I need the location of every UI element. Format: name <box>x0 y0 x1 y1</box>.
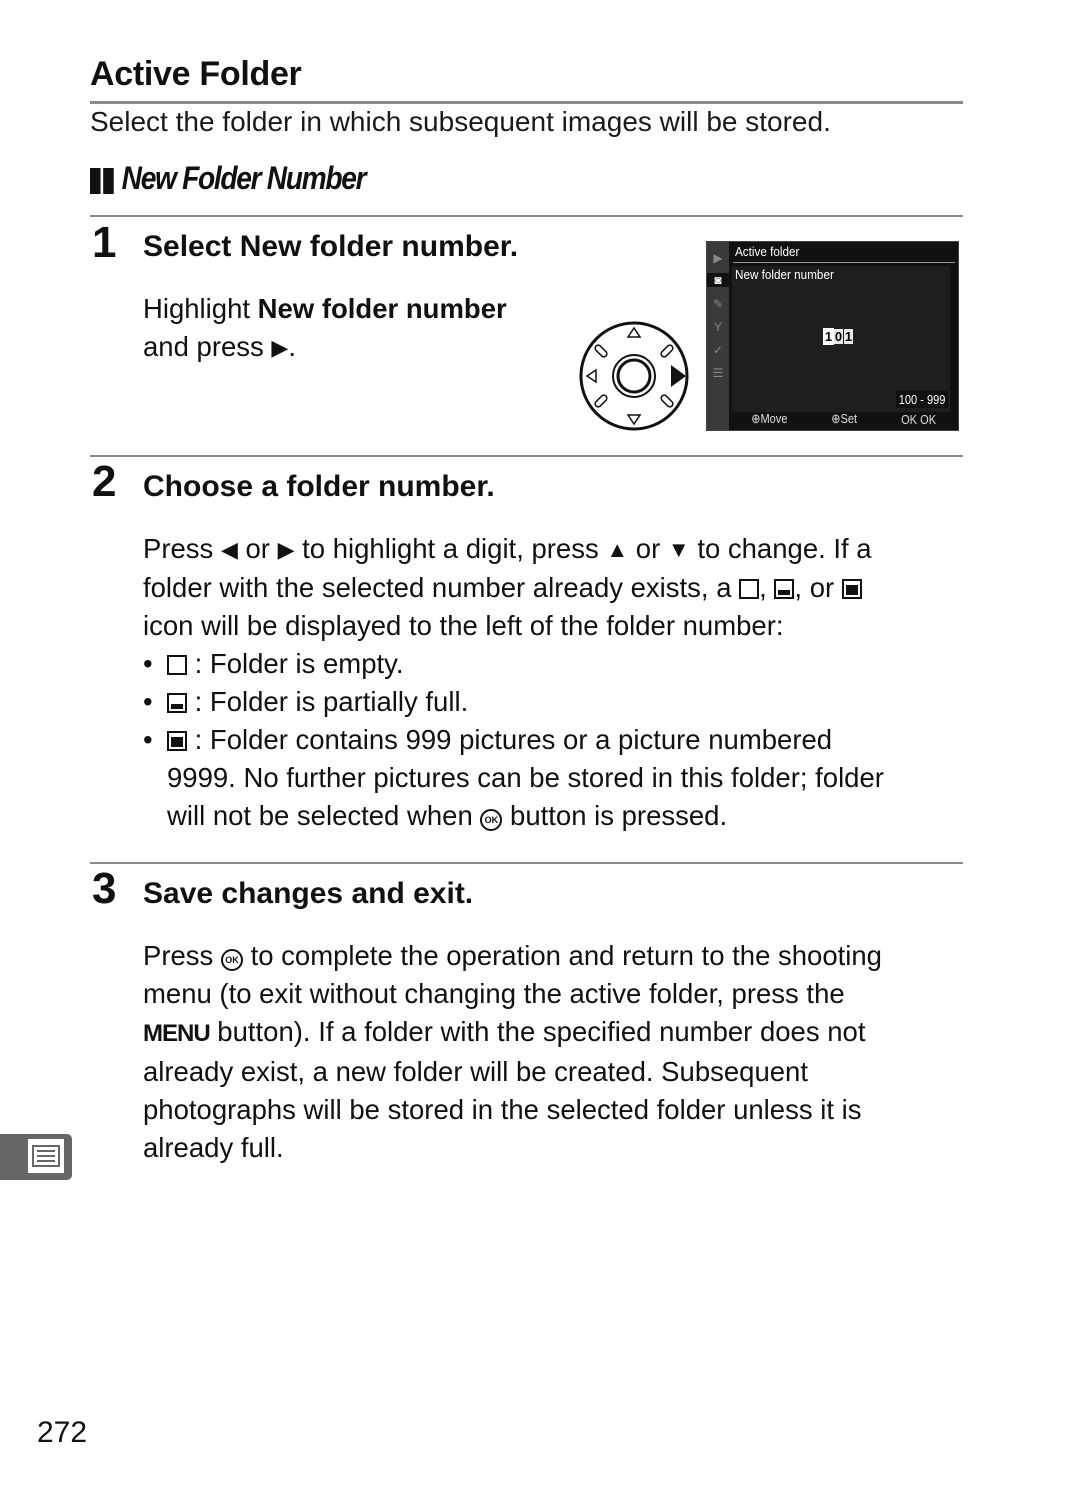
list-item-text: 9999. No further pictures can be stored … <box>167 762 884 793</box>
section-marker-icon <box>90 162 116 199</box>
menu-item-reference: New folder number <box>257 293 507 324</box>
section-rule <box>90 215 963 217</box>
text: Highlight <box>143 293 258 324</box>
text: to complete the operation and return to … <box>250 940 882 971</box>
playback-icon: ▶ <box>713 251 723 265</box>
section-heading: New Folder Number <box>90 160 367 199</box>
page-title: Active Folder <box>90 55 302 93</box>
folder-full-icon <box>841 579 862 599</box>
folder-partial-icon <box>774 579 795 599</box>
text: or <box>635 533 661 564</box>
text: to highlight a digit, press <box>302 533 599 564</box>
down-arrow-icon: ▼ <box>667 537 690 562</box>
step-3-line: menu (to exit without changing the activ… <box>143 978 845 1009</box>
step-title-1-suffix: . <box>509 230 519 263</box>
right-arrow-icon: ▶ <box>271 335 289 360</box>
section-heading-text: New Folder Number <box>121 160 367 196</box>
camera-title-rule <box>733 262 955 263</box>
step-rule <box>90 862 963 864</box>
text: Press <box>143 940 214 971</box>
step-1-body: Highlight New folder number and press ▶. <box>143 290 563 367</box>
text: and press <box>143 331 264 362</box>
intro-text: Select the folder in which subsequent im… <box>90 106 831 137</box>
step-3-line: MENU button). If a folder with the speci… <box>143 1013 973 1053</box>
title-rule <box>90 101 963 104</box>
footer-ok-hint: OK OK <box>900 411 936 427</box>
step-2-line: Press ◀ or ▶ to highlight a digit, press… <box>143 530 973 569</box>
folder-digit: 0 <box>834 329 843 344</box>
footer-set-hint: ⊕Set <box>831 411 858 426</box>
step-3-line: photographs will be stored in the select… <box>143 1094 862 1125</box>
step-rule <box>90 455 963 457</box>
menu-button-label: MENU <box>143 1020 211 1047</box>
step-title-1: Select New folder number. <box>143 230 518 264</box>
list-item: • : Folder contains 999 pictures or a pi… <box>143 721 973 835</box>
folder-status-list: • : Folder is empty. • : Folder is parti… <box>143 645 973 835</box>
list-item-text: : Folder contains 999 pictures or a pict… <box>194 724 833 755</box>
pencil-icon: ✎ <box>712 297 724 311</box>
camera-menu-title: Active folder <box>735 244 800 259</box>
left-arrow-icon: ◀ <box>220 537 238 562</box>
folder-digit: 1 <box>844 329 853 344</box>
camera-sub-title: New folder number <box>735 267 834 282</box>
folder-partial-icon <box>167 693 187 713</box>
bullet: • <box>143 724 153 755</box>
step-3-body: Press OK to complete the operation and r… <box>143 937 973 1167</box>
step-number-1: 1 <box>92 218 117 267</box>
bullet: • <box>143 686 153 717</box>
menu-list-icon <box>28 1139 64 1173</box>
bullet: • <box>143 648 153 679</box>
folder-empty-icon <box>739 579 760 599</box>
text: , or <box>794 572 835 603</box>
list-item-text: will not be selected when <box>167 800 473 831</box>
step-3-line: Press OK to complete the operation and r… <box>143 937 973 975</box>
text: to change. If a <box>697 533 872 564</box>
text: Press <box>143 533 214 564</box>
text: , <box>759 572 767 603</box>
up-arrow-icon: ▲ <box>606 537 629 562</box>
ok-button-icon: OK <box>480 809 503 831</box>
step-2-line: folder with the selected number already … <box>143 569 973 607</box>
text: . <box>288 331 296 362</box>
list-item-text: : Folder is partially full. <box>194 686 469 717</box>
list-item: • : Folder is partially full. <box>143 683 973 721</box>
camera-menu-sidebar: ▶ ◙ ✎ Y ✓ ☰ <box>707 242 729 430</box>
list-item-text: button is pressed. <box>510 800 728 831</box>
folder-number-digits: 1 0 1 <box>823 328 853 345</box>
camera-footer: ⊕Move ⊕Set OK OK <box>729 408 958 430</box>
ok-button-icon: OK <box>220 949 243 971</box>
list-item-text: : Folder is empty. <box>194 648 404 679</box>
step-2-line: icon will be displayed to the left of th… <box>143 610 784 641</box>
footer-move-hint: ⊕Move <box>751 411 788 426</box>
page-number: 272 <box>37 1416 88 1449</box>
step-number-3: 3 <box>92 864 117 913</box>
camera-panel: New folder number 1 0 1 100 - 999 <box>732 266 950 412</box>
multi-selector-center-button <box>616 358 652 394</box>
text: or <box>245 533 270 564</box>
step-3-line: already exist, a new folder will be crea… <box>143 1056 808 1087</box>
folder-digit: 1 <box>823 328 834 345</box>
folder-full-icon <box>167 731 187 751</box>
step-number-2: 2 <box>92 457 117 506</box>
step-2-body: Press ◀ or ▶ to highlight a digit, press… <box>143 530 973 835</box>
step-3-line: already full. <box>143 1132 284 1163</box>
multi-selector-diagram <box>579 321 689 431</box>
step-title-1-prefix: Select <box>143 230 240 263</box>
list-item: • : Folder is empty. <box>143 645 973 683</box>
wrench-icon: Y <box>713 320 722 334</box>
text: button). If a folder with the specified … <box>209 1016 866 1047</box>
text: folder with the selected number already … <box>143 572 732 603</box>
right-arrow-icon: ▶ <box>277 537 295 562</box>
camera-icon: ◙ <box>707 273 729 287</box>
step-title-3: Save changes and exit. <box>143 877 474 910</box>
retouch-icon: ✓ <box>712 343 724 357</box>
folder-empty-icon <box>167 655 187 675</box>
step-title-1-bold: New folder number <box>239 230 510 263</box>
folder-number-range: 100 - 999 <box>896 391 948 408</box>
recent-settings-icon: ☰ <box>712 366 724 380</box>
step-title-2: Choose a folder number. <box>143 470 495 503</box>
camera-screen: ▶ ◙ ✎ Y ✓ ☰ Active folder New folder num… <box>706 241 959 431</box>
section-tab[interactable] <box>0 1134 72 1180</box>
